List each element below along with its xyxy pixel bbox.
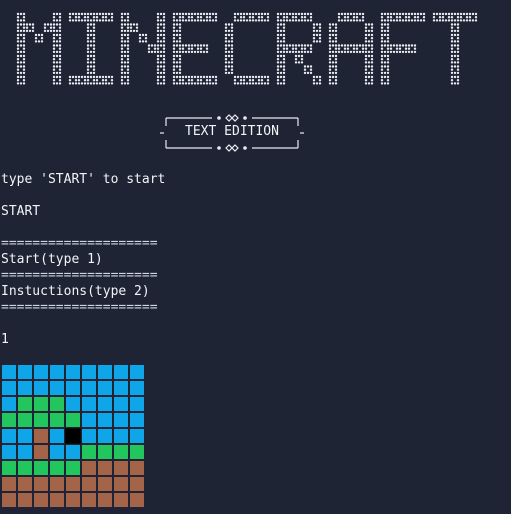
dirt-block — [34, 477, 48, 491]
sky-block — [82, 365, 96, 379]
grass-block — [98, 445, 112, 459]
sky-block — [66, 381, 80, 395]
minecraft-title-logo — [16, 12, 478, 85]
divider-line: ==================== — [1, 268, 158, 283]
sky-block — [2, 429, 16, 443]
dirt-block — [82, 493, 96, 507]
text-edition-badge: TEXT EDITION — [160, 112, 304, 154]
dirt-block — [66, 477, 80, 491]
menu-option-start: Start(type 1) — [1, 252, 103, 267]
sky-block — [114, 413, 128, 427]
dirt-block — [82, 461, 96, 475]
dirt-block — [98, 477, 112, 491]
sky-block — [98, 381, 112, 395]
user-input-choice: 1 — [1, 332, 9, 347]
sky-block — [50, 365, 64, 379]
text-edition-label: TEXT EDITION — [185, 124, 279, 139]
grass-block — [18, 461, 32, 475]
dirt-block — [34, 445, 48, 459]
menu-option-instructions: Instuctions(type 2) — [1, 284, 150, 299]
dirt-block — [98, 461, 112, 475]
sky-block — [18, 365, 32, 379]
sky-block — [98, 413, 112, 427]
grass-block — [2, 461, 16, 475]
grass-block — [34, 461, 48, 475]
sky-block — [114, 397, 128, 411]
sky-block — [2, 365, 16, 379]
start-prompt: type 'START' to start — [1, 172, 166, 187]
dirt-block — [34, 429, 48, 443]
dirt-block — [114, 493, 128, 507]
sky-block — [82, 381, 96, 395]
sky-block — [82, 413, 96, 427]
grass-block — [66, 461, 80, 475]
grass-block — [50, 413, 64, 427]
sky-block — [114, 429, 128, 443]
sky-block — [18, 429, 32, 443]
dirt-block — [130, 493, 144, 507]
sky-block — [66, 397, 80, 411]
grass-block — [50, 397, 64, 411]
dirt-block — [34, 493, 48, 507]
dirt-block — [82, 477, 96, 491]
sky-block — [2, 445, 16, 459]
sky-block — [98, 365, 112, 379]
sky-block — [130, 381, 144, 395]
sky-block — [82, 429, 96, 443]
dirt-block — [2, 477, 16, 491]
sky-block — [114, 381, 128, 395]
sky-block — [34, 365, 48, 379]
sky-block — [130, 397, 144, 411]
sky-block — [130, 429, 144, 443]
dirt-block — [130, 477, 144, 491]
divider-line: ==================== — [1, 236, 158, 251]
grass-block — [34, 397, 48, 411]
dirt-block — [50, 493, 64, 507]
sky-block — [66, 445, 80, 459]
sky-block — [130, 365, 144, 379]
dirt-block — [50, 477, 64, 491]
dirt-block — [66, 493, 80, 507]
sky-block — [50, 381, 64, 395]
sky-block — [2, 381, 16, 395]
dirt-block — [18, 493, 32, 507]
grass-block — [66, 413, 80, 427]
sky-block — [114, 365, 128, 379]
world-grid — [2, 365, 144, 507]
grass-block — [50, 461, 64, 475]
grass-block — [82, 445, 96, 459]
grass-block — [114, 445, 128, 459]
sky-block — [50, 429, 64, 443]
grass-block — [18, 397, 32, 411]
sky-block — [130, 413, 144, 427]
divider-line: ==================== — [1, 300, 158, 315]
dirt-block — [114, 477, 128, 491]
grass-block — [2, 413, 16, 427]
sky-block — [18, 381, 32, 395]
dirt-block — [18, 477, 32, 491]
dirt-block — [114, 461, 128, 475]
user-input-start: START — [1, 204, 41, 219]
player-block — [65, 428, 81, 444]
sky-block — [34, 381, 48, 395]
grass-block — [18, 413, 32, 427]
sky-block — [98, 397, 112, 411]
grass-block — [34, 413, 48, 427]
sky-block — [98, 429, 112, 443]
sky-block — [2, 397, 16, 411]
grass-block — [130, 445, 144, 459]
dirt-block — [98, 493, 112, 507]
sky-block — [18, 445, 32, 459]
dirt-block — [130, 461, 144, 475]
sky-block — [66, 365, 80, 379]
sky-block — [50, 445, 64, 459]
dirt-block — [2, 493, 16, 507]
sky-block — [82, 397, 96, 411]
